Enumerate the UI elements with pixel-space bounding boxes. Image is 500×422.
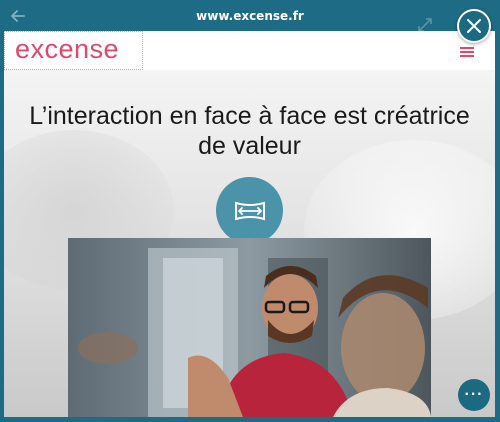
team-photo (68, 238, 431, 417)
site-header: excense (4, 31, 495, 70)
close-icon (467, 19, 481, 33)
page-headline: L’interaction en face à face est créatri… (29, 102, 470, 160)
web-viewport: excense L’interaction en face à face est… (4, 31, 495, 417)
logo-link[interactable]: excense (4, 31, 143, 70)
more-dots-icon: ··· (464, 386, 484, 403)
app-frame: www.excense.fr excense L’interaction en … (0, 0, 500, 422)
more-options-button[interactable]: ··· (458, 379, 490, 411)
logo: excense (15, 34, 120, 64)
stretch-arrows-icon (216, 177, 283, 244)
browser-topbar: www.excense.fr (0, 0, 500, 32)
close-button[interactable] (457, 9, 491, 43)
hamburger-menu-icon[interactable] (460, 47, 474, 57)
